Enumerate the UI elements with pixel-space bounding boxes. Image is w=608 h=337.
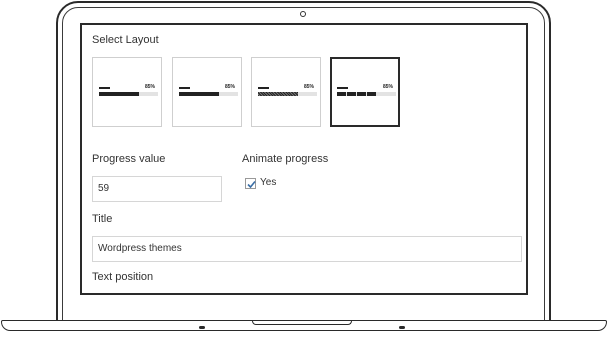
layout-option-2[interactable]: 85%	[172, 57, 242, 127]
text-position-label: Text position	[92, 271, 154, 283]
layout-thumb-segment	[357, 92, 366, 96]
layout-option-4[interactable]: 85%	[330, 57, 400, 127]
layout-thumb-track	[337, 92, 396, 96]
layout-thumb-percent: 85%	[145, 84, 156, 90]
layout-thumb-fill	[258, 92, 298, 96]
checkmark-icon	[247, 180, 256, 189]
layout-thumb-track	[99, 92, 158, 96]
select-layout-label: Select Layout	[92, 34, 159, 46]
animate-progress-label: Animate progress	[242, 153, 329, 165]
layout-thumb-track	[179, 92, 238, 96]
laptop-foot	[399, 326, 405, 329]
layout-thumb-segment	[337, 92, 346, 96]
laptop-opening-notch	[252, 321, 352, 325]
title-label: Title	[92, 213, 113, 225]
layout-thumb-percent: 85%	[383, 84, 394, 90]
title-input[interactable]: Wordpress themes	[92, 236, 522, 262]
layout-option-3[interactable]: 85%	[251, 57, 321, 127]
progress-value-label: Progress value	[92, 153, 166, 165]
layout-thumb-percent: 85%	[304, 84, 315, 90]
layout-thumb-title-line	[99, 87, 110, 89]
layout-thumb-track	[258, 92, 317, 96]
animate-checkbox[interactable]	[245, 178, 256, 189]
laptop-foot	[199, 326, 205, 329]
layout-thumb-title-line	[337, 87, 348, 89]
layout-thumb-fill	[99, 92, 139, 96]
layout-thumb-percent: 85%	[225, 84, 236, 90]
layout-thumb-fill	[179, 92, 219, 96]
progress-value-input[interactable]: 59	[92, 176, 222, 202]
layout-thumb-segment	[347, 92, 356, 96]
layout-thumb-title-line	[258, 87, 269, 89]
camera-icon	[300, 11, 306, 17]
layout-thumb-title-line	[179, 87, 190, 89]
laptop-screen: Select Layout 85% 85% 85% 85% Progress v…	[80, 23, 528, 295]
layout-thumb-segment	[367, 92, 376, 96]
animate-option-label: Yes	[260, 177, 277, 188]
layout-option-1[interactable]: 85%	[92, 57, 162, 127]
